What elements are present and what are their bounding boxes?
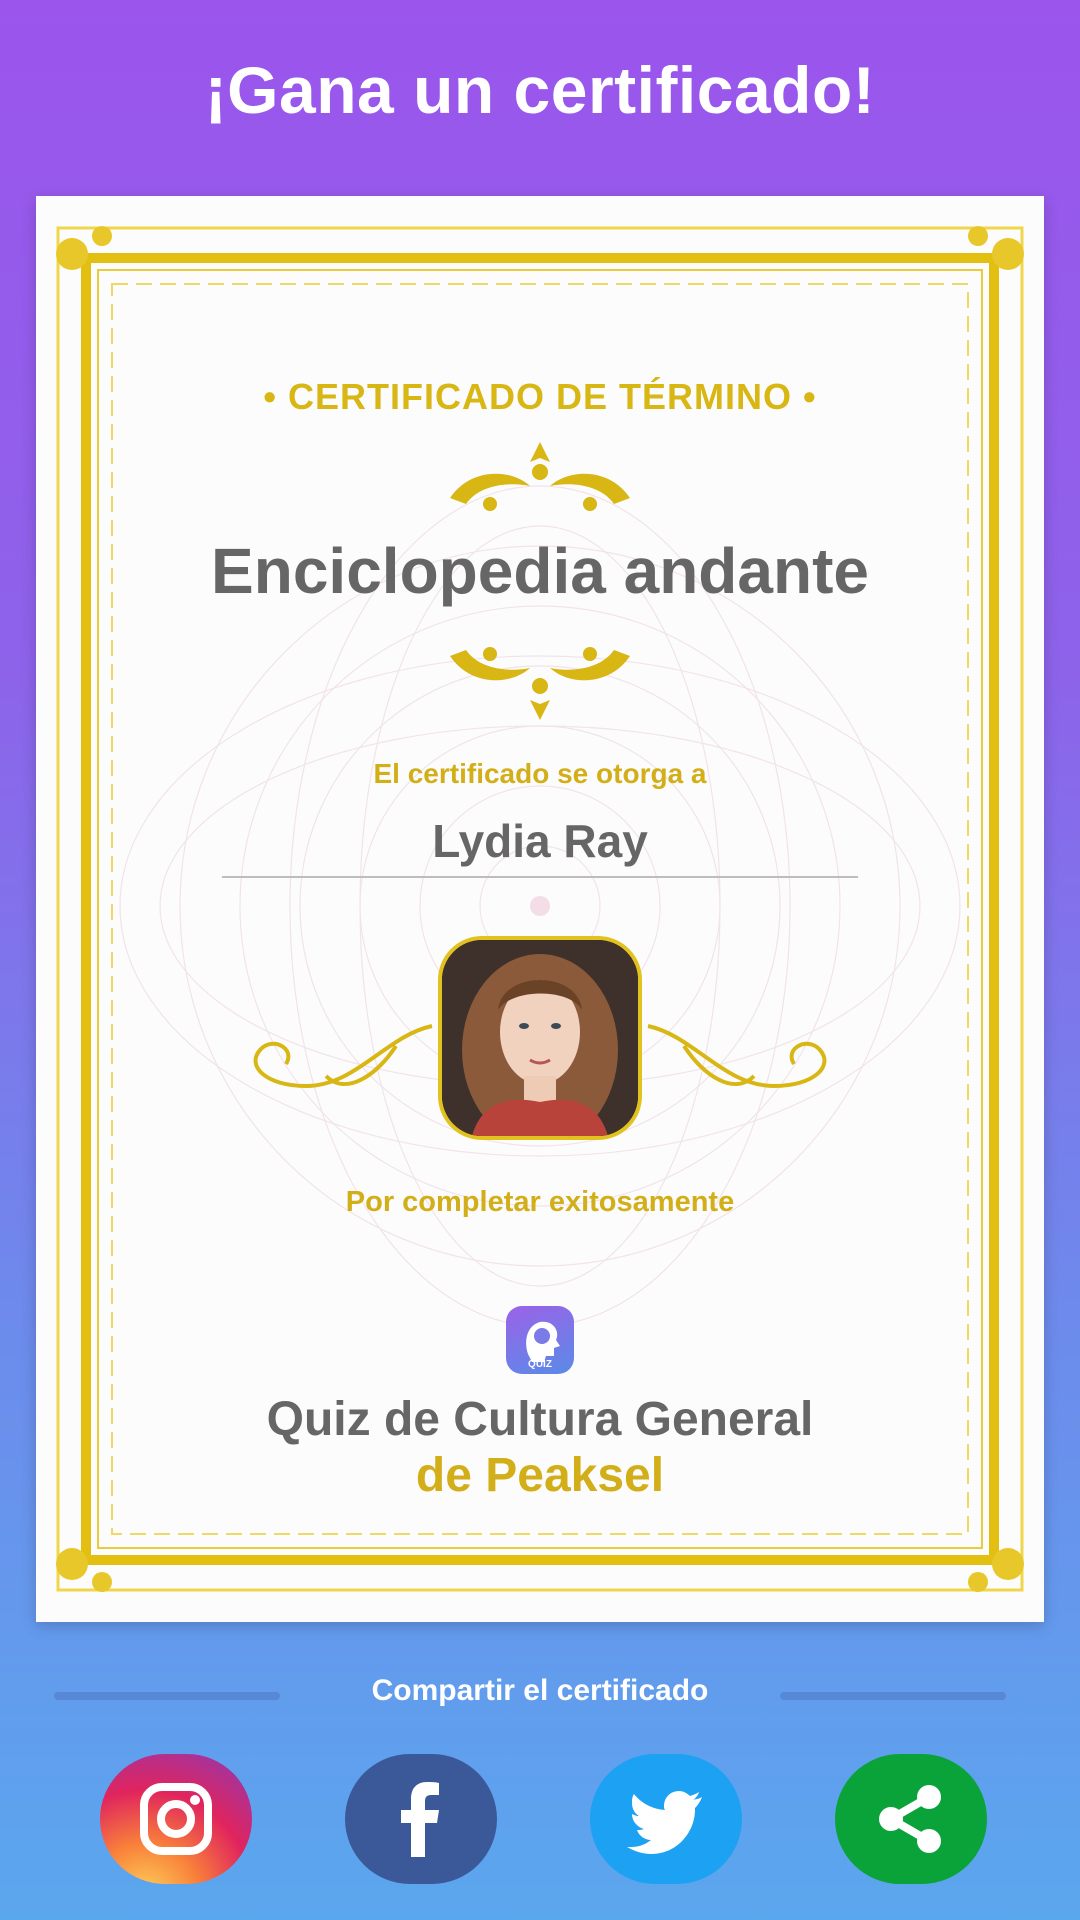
bottom-ornament bbox=[450, 647, 630, 720]
page-title: ¡Gana un certificado! bbox=[204, 53, 876, 127]
portrait-image bbox=[442, 940, 638, 1136]
facebook-icon bbox=[401, 1782, 439, 1857]
generic-share-button[interactable] bbox=[835, 1754, 987, 1884]
twitter-share-button[interactable] bbox=[590, 1754, 742, 1884]
facebook-share-button[interactable] bbox=[345, 1754, 497, 1884]
share-divider-right bbox=[780, 1692, 1006, 1700]
share-label: Compartir el certificado bbox=[371, 1674, 709, 1707]
app-name: Quiz de Cultura General bbox=[266, 1393, 814, 1446]
top-ornament bbox=[450, 442, 630, 511]
instagram-share-button[interactable] bbox=[100, 1754, 252, 1884]
awarded-label: El certificado se otorga a bbox=[373, 758, 707, 789]
app-icon-label: QUIZ bbox=[528, 1359, 552, 1370]
certificate-heading: • CERTIFICADO DE TÉRMINO • bbox=[263, 376, 817, 417]
left-swirl-ornament bbox=[253, 1024, 433, 1089]
share-icon bbox=[879, 1785, 941, 1853]
app-publisher: de Peaksel bbox=[415, 1449, 665, 1502]
name-underline bbox=[222, 876, 858, 878]
instagram-icon bbox=[140, 1783, 212, 1855]
recipient-name: Lydia Ray bbox=[432, 815, 648, 867]
completion-label: Por completar exitosamente bbox=[345, 1186, 735, 1218]
twitter-icon bbox=[627, 1791, 702, 1854]
certificate-title: Enciclopedia andante bbox=[211, 535, 869, 607]
recipient-avatar bbox=[438, 936, 642, 1140]
quiz-app-icon: QUIZ bbox=[506, 1306, 574, 1374]
certificate-card: • CERTIFICADO DE TÉRMINO • Enciclopedia … bbox=[36, 196, 1044, 1622]
right-swirl-ornament bbox=[647, 1024, 827, 1089]
